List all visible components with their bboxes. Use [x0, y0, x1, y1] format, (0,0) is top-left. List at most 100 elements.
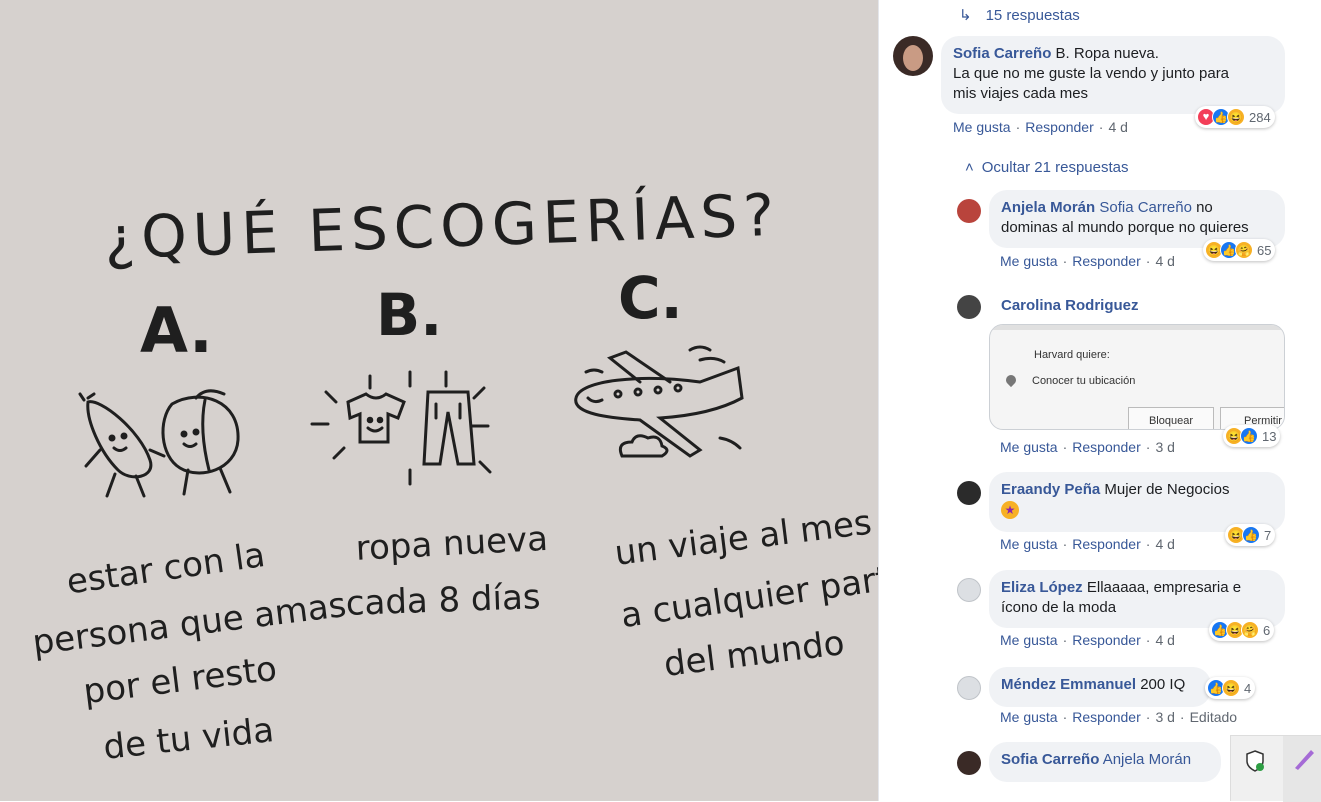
view-replies-link[interactable]: ↳ 15 respuestas	[959, 6, 1080, 24]
haha-reaction-icon: 😆	[1227, 108, 1245, 126]
like-button[interactable]: Me gusta	[1000, 632, 1058, 648]
comment-actions: Me gusta · Responder · 4 d	[1000, 253, 1175, 269]
comment-time[interactable]: 4 d	[1155, 632, 1174, 648]
reply-button[interactable]: Responder	[1072, 536, 1141, 552]
like-button[interactable]: Me gusta	[1000, 536, 1058, 552]
airplane-drawing	[574, 345, 744, 458]
comment-author[interactable]: Eraandy Peña	[1001, 481, 1100, 498]
avatar[interactable]	[957, 676, 981, 700]
haha-reaction-icon: 😆	[1222, 679, 1240, 697]
post-image[interactable]: ¿QUÉ ESCOGERÍAS? A. B. C. estar con la p…	[0, 0, 878, 801]
comment-attachment-image[interactable]: Harvard quiere: Conocer tu ubicación Blo…	[989, 324, 1285, 430]
comment-text: no	[1196, 199, 1213, 216]
comment-text: B. Ropa nueva.	[1055, 45, 1159, 62]
comment-author[interactable]: Sofia Carreño	[953, 45, 1051, 62]
option-a-line4: de tu vida	[102, 710, 276, 768]
option-a-line1: estar con la	[64, 535, 267, 602]
option-a-line3: por el resto	[81, 649, 279, 712]
comment-actions: Me gusta · Responder · 4 d	[1000, 536, 1175, 552]
reactions-summary[interactable]: 😆 👍 🤗 65	[1203, 239, 1276, 261]
drawing: ¿QUÉ ESCOGERÍAS? A. B. C. estar con la p…	[30, 180, 878, 768]
system-tray	[1230, 735, 1321, 802]
comment-text: Ellaaaaa, empresaria e	[1086, 579, 1242, 596]
eggplant-peach-drawing	[78, 389, 240, 498]
option-b-line1: ropa nueva	[355, 519, 549, 569]
reaction-count: 284	[1249, 109, 1271, 125]
avatar[interactable]	[957, 481, 981, 505]
comment-text: 200 IQ	[1140, 676, 1186, 693]
reaction-count: 65	[1257, 242, 1272, 258]
reply-button[interactable]: Responder	[1072, 253, 1141, 269]
reactions-summary[interactable]: 😆 👍 13	[1223, 425, 1281, 447]
reactions-summary[interactable]: 😆 👍 7	[1225, 524, 1276, 546]
care-reaction-icon: 🤗	[1241, 621, 1259, 639]
reactions-summary[interactable]: 👍 😆 4	[1205, 677, 1256, 699]
comment-time[interactable]: 4 d	[1108, 119, 1127, 135]
reaction-count: 4	[1244, 680, 1252, 696]
comment-time[interactable]: 4 d	[1155, 536, 1174, 552]
comment-text-line2: dominas al mundo porque no quieres	[1001, 219, 1249, 236]
comment-author[interactable]: Carolina Rodriguez	[1001, 297, 1139, 314]
reaction-count: 7	[1264, 527, 1272, 543]
avatar[interactable]	[957, 578, 981, 602]
reply-button[interactable]: Responder	[1072, 709, 1141, 725]
hide-replies-link[interactable]: ˄ Ocultar 21 respuestas	[965, 159, 1129, 176]
comment-time[interactable]: 4 d	[1155, 253, 1174, 269]
avatar[interactable]	[957, 751, 981, 775]
image-title: ¿QUÉ ESCOGERÍAS?	[103, 180, 781, 273]
comment-author[interactable]: Anjela Morán	[1001, 199, 1095, 216]
reactions-summary[interactable]: 👍 😆 🤗 6	[1209, 619, 1275, 641]
comment-author[interactable]: Méndez Emmanuel	[1001, 676, 1136, 693]
edited-label: Editado	[1189, 709, 1238, 725]
avatar[interactable]	[957, 295, 981, 319]
attachment-item: Conocer tu ubicación	[1032, 375, 1136, 387]
comment-bubble: Eraandy Peña Mujer de Negocios ★	[989, 472, 1285, 532]
option-c-line3: del mundo	[662, 623, 847, 685]
option-a-letter: A.	[140, 294, 213, 367]
security-shield-icon[interactable]	[1245, 750, 1265, 772]
comment-text: Mujer de Negocios	[1104, 481, 1230, 498]
reply-arrow-icon: ↳	[959, 7, 972, 24]
comment-time[interactable]: 3 d	[1155, 439, 1174, 455]
option-b-letter: B.	[376, 281, 442, 349]
attachment-heading: Harvard quiere:	[1034, 349, 1110, 361]
comment-actions: Me gusta · Responder · 4 d	[1000, 632, 1175, 648]
like-button[interactable]: Me gusta	[1000, 709, 1058, 725]
care-reaction-icon: 🤗	[1235, 241, 1253, 259]
like-button[interactable]: Me gusta	[1000, 253, 1058, 269]
like-reaction-icon: 👍	[1242, 526, 1260, 544]
avatar[interactable]	[957, 199, 981, 223]
like-button[interactable]: Me gusta	[1000, 439, 1058, 455]
reactions-summary[interactable]: ♥ 👍 😆 284	[1195, 106, 1275, 128]
comment-author[interactable]: Eliza López	[1001, 579, 1083, 596]
comment-actions: Me gusta · Responder · 3 d	[1000, 439, 1175, 455]
comment-time[interactable]: 3 d	[1155, 709, 1174, 725]
avatar[interactable]	[893, 36, 933, 76]
option-c-line1: un viaje al mes	[612, 503, 873, 574]
reaction-count: 6	[1263, 622, 1271, 638]
mention-link[interactable]: Sofia Carreño	[1099, 199, 1192, 216]
comment-text-line2: ícono de la moda	[1001, 599, 1117, 616]
chevron-up-icon: ˄	[965, 159, 974, 176]
clothes-drawing	[310, 370, 492, 486]
reaction-count: 13	[1262, 428, 1277, 444]
like-button[interactable]: Me gusta	[953, 119, 1011, 135]
comment-actions: Me gusta · Responder · 4 d	[953, 119, 1128, 135]
comment-bubble: Sofia Carreño B. Ropa nueva. La que no m…	[941, 36, 1285, 114]
pen-icon[interactable]	[1283, 736, 1321, 802]
comment-text-line2: La que no me guste la vendo y junto para	[953, 65, 1230, 82]
mention-link[interactable]: Anjela Morán	[1103, 751, 1191, 768]
comment-bubble: Méndez Emmanuel 200 IQ	[989, 667, 1211, 707]
comment-actions: Me gusta · Responder · 3 d · Editado	[1000, 709, 1238, 725]
option-b-line2: cada 8 días	[345, 577, 541, 624]
comment-text-line3: mis viajes cada mes	[953, 85, 1089, 102]
block-button: Bloquear	[1128, 407, 1214, 429]
location-pin-icon	[1003, 372, 1019, 388]
reply-button[interactable]: Responder	[1072, 439, 1141, 455]
reply-button[interactable]: Responder	[1025, 119, 1094, 135]
comment-author[interactable]: Sofia Carreño	[1001, 751, 1099, 768]
option-c-letter: C.	[618, 264, 683, 332]
comments-panel: ↳ 15 respuestas Sofia Carreño B. Ropa nue…	[878, 0, 1321, 801]
reply-button[interactable]: Responder	[1072, 632, 1141, 648]
like-reaction-icon: 👍	[1240, 427, 1258, 445]
